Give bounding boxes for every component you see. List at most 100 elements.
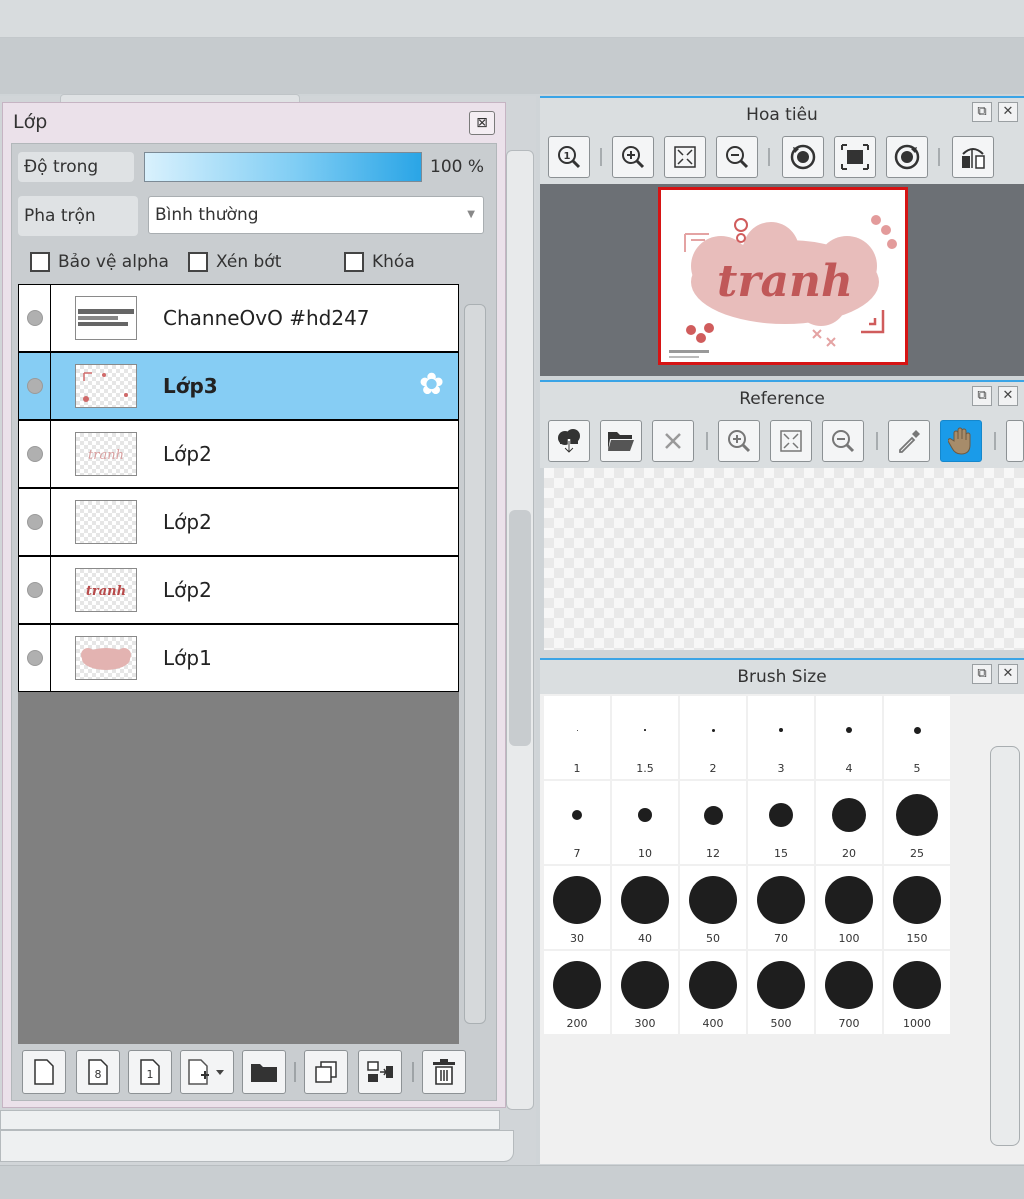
brush-size-cell[interactable]: 2 [680, 696, 746, 779]
gear-icon[interactable]: ✿ [419, 370, 444, 400]
zoom-in-icon[interactable] [718, 420, 760, 462]
brush-size-label: 150 [906, 932, 928, 945]
brush-size-cell[interactable]: 5 [884, 696, 950, 779]
layer-row[interactable]: Lớp2 [18, 488, 459, 556]
brush-size-cell[interactable]: 400 [680, 951, 746, 1034]
background-hscroll-lower[interactable] [0, 1130, 514, 1162]
navigator-view[interactable]: tranh [540, 184, 1024, 376]
visibility-toggle[interactable] [19, 285, 51, 351]
load-icon[interactable] [548, 420, 590, 462]
navigator-canvas-preview[interactable]: tranh [658, 187, 908, 365]
layer-row[interactable]: ChanneOvO #hd247 [18, 284, 459, 352]
layer-row[interactable]: Lớp1 [18, 624, 459, 692]
close-icon[interactable]: ✕ [998, 102, 1018, 122]
fit-icon[interactable] [664, 136, 706, 178]
fit-icon[interactable] [770, 420, 812, 462]
brush-size-cell[interactable]: 100 [816, 866, 882, 949]
open-folder-icon[interactable] [600, 420, 642, 462]
duplicate-layer-icon[interactable] [304, 1050, 348, 1094]
protect-alpha-checkbox[interactable]: Bảo vệ alpha [30, 250, 169, 274]
toolbar-separator [412, 1062, 414, 1082]
zoom-out-icon[interactable] [716, 136, 758, 178]
opacity-slider[interactable] [144, 152, 422, 182]
checkbox-box[interactable] [30, 252, 50, 272]
brush-size-cell[interactable]: 3 [748, 696, 814, 779]
rotate-right-icon[interactable] [886, 136, 928, 178]
layer-row[interactable]: tranh Lớp2 [18, 556, 459, 624]
brush-size-cell[interactable]: 1 [544, 696, 610, 779]
layer-row-selected[interactable]: Lớp3 ✿ [18, 352, 459, 420]
eye-dot-icon[interactable] [27, 582, 43, 598]
reference-canvas[interactable] [544, 468, 1024, 650]
zoom-reset-icon[interactable]: 1 [548, 136, 590, 178]
close-icon[interactable]: ⊠ [469, 111, 495, 135]
toolbar-separator [600, 148, 602, 166]
new-8bit-layer-icon[interactable]: 8 [76, 1050, 120, 1094]
brush-size-cell[interactable]: 25 [884, 781, 950, 864]
brush-size-cell[interactable]: 1000 [884, 951, 950, 1034]
popout-icon[interactable]: ⧉ [972, 386, 992, 406]
brush-size-cell[interactable]: 15 [748, 781, 814, 864]
clipping-checkbox[interactable]: Xén bớt [188, 250, 281, 274]
hand-icon[interactable] [940, 420, 982, 462]
blend-mode-select[interactable]: Bình thường ▼ [148, 196, 484, 234]
brush-size-cell[interactable]: 700 [816, 951, 882, 1034]
add-layer-dropdown-icon[interactable] [180, 1050, 234, 1094]
brush-size-cell[interactable]: 40 [612, 866, 678, 949]
lock-checkbox[interactable]: Khóa [344, 250, 415, 274]
flip-icon[interactable] [952, 136, 994, 178]
brush-size-scrollbar[interactable] [990, 746, 1020, 1146]
popout-icon[interactable]: ⧉ [972, 102, 992, 122]
brush-size-cell[interactable]: 50 [680, 866, 746, 949]
brush-size-cell[interactable]: 150 [884, 866, 950, 949]
background-hscroll[interactable] [0, 1110, 500, 1130]
eye-dot-icon[interactable] [27, 514, 43, 530]
eye-dot-icon[interactable] [27, 310, 43, 326]
brush-size-title-text: Brush Size [737, 667, 827, 687]
eye-dot-icon[interactable] [27, 650, 43, 666]
brush-size-cell[interactable]: 4 [816, 696, 882, 779]
brush-size-cell[interactable]: 7 [544, 781, 610, 864]
layer-list-scroll-track[interactable] [464, 304, 486, 1024]
brush-size-cell[interactable]: 1.5 [612, 696, 678, 779]
brush-size-cell[interactable]: 20 [816, 781, 882, 864]
brush-size-cell[interactable]: 10 [612, 781, 678, 864]
visibility-toggle[interactable] [19, 557, 51, 623]
visibility-toggle[interactable] [19, 489, 51, 555]
layer-row[interactable]: tranh Lớp2 [18, 420, 459, 488]
new-folder-icon[interactable] [242, 1050, 286, 1094]
background-scroll-thumb[interactable] [509, 510, 531, 746]
visibility-toggle[interactable] [19, 421, 51, 487]
visibility-toggle[interactable] [19, 625, 51, 691]
brush-size-cell[interactable]: 30 [544, 866, 610, 949]
close-icon[interactable]: ✕ [998, 664, 1018, 684]
zoom-out-icon[interactable] [822, 420, 864, 462]
zoom-in-icon[interactable] [612, 136, 654, 178]
svg-text:1: 1 [564, 151, 571, 162]
brush-size-cell[interactable]: 300 [612, 951, 678, 1034]
fit-window-icon[interactable] [834, 136, 876, 178]
layer-name: Lớp3 [163, 374, 218, 398]
checkbox-box[interactable] [344, 252, 364, 272]
close-icon[interactable] [652, 420, 694, 462]
merge-down-icon[interactable] [358, 1050, 402, 1094]
delete-layer-icon[interactable] [422, 1050, 466, 1094]
bottom-bar [0, 1165, 1024, 1199]
popout-icon[interactable]: ⧉ [972, 664, 992, 684]
checkbox-box[interactable] [188, 252, 208, 272]
new-layer-icon[interactable] [22, 1050, 66, 1094]
layers-titlebar[interactable]: Lớp ⊠ [3, 103, 505, 139]
brush-size-cell[interactable]: 200 [544, 951, 610, 1034]
new-1bit-layer-icon[interactable]: 1 [128, 1050, 172, 1094]
blend-mode-value: Bình thường [155, 205, 259, 225]
brush-size-cell[interactable]: 12 [680, 781, 746, 864]
eye-dot-icon[interactable] [27, 446, 43, 462]
brush-size-cell[interactable]: 500 [748, 951, 814, 1034]
eyedropper-icon[interactable] [888, 420, 930, 462]
visibility-toggle[interactable] [19, 353, 51, 419]
rotate-left-icon[interactable] [782, 136, 824, 178]
eye-dot-icon[interactable] [27, 378, 43, 394]
brush-size-cell[interactable]: 70 [748, 866, 814, 949]
more-tools-button[interactable] [1006, 420, 1024, 462]
close-icon[interactable]: ✕ [998, 386, 1018, 406]
